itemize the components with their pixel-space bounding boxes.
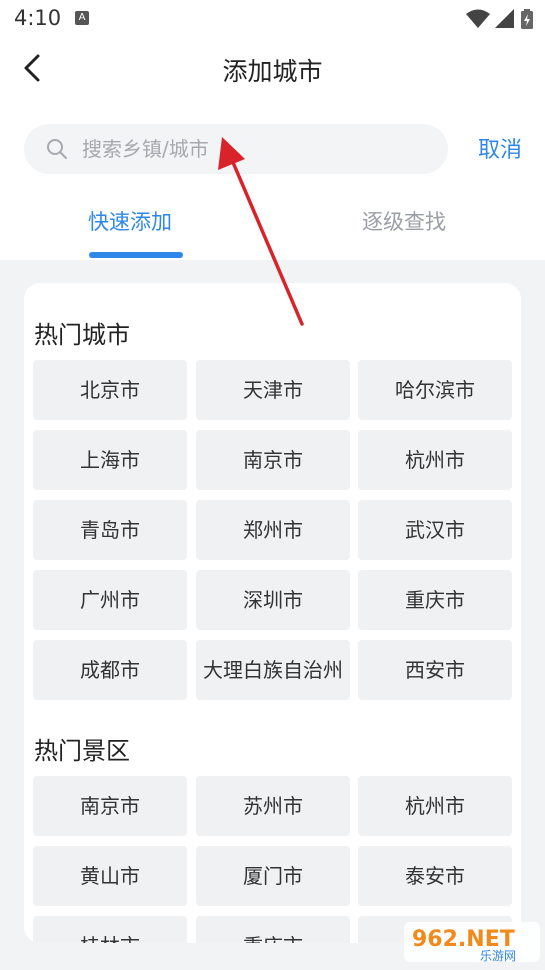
search-input[interactable]	[82, 124, 432, 174]
status-bar: 4:10 A	[0, 0, 545, 38]
section-title-hot-cities: 热门城市	[34, 321, 130, 349]
city-chip[interactable]: 重庆市	[196, 916, 350, 943]
cancel-button[interactable]: 取消	[478, 132, 522, 164]
watermark-logo: 962.NET 乐游网	[402, 918, 542, 966]
active-tab-indicator	[89, 252, 183, 258]
city-chip[interactable]: 杭州市	[358, 430, 512, 490]
page-title: 添加城市	[222, 57, 323, 86]
notification-icon: A	[75, 11, 89, 25]
city-chip[interactable]: 重庆市	[358, 570, 512, 630]
city-chip[interactable]: 厦门市	[196, 846, 350, 906]
wifi-icon	[466, 9, 490, 28]
battery-icon	[521, 9, 533, 29]
tab-level-search[interactable]: 逐级查找	[362, 206, 446, 236]
city-chip[interactable]: 成都市	[33, 640, 187, 700]
city-chip[interactable]: 南京市	[196, 430, 350, 490]
city-chip[interactable]: 青岛市	[33, 500, 187, 560]
city-chip[interactable]: 郑州市	[196, 500, 350, 560]
status-time: 4:10	[14, 6, 62, 30]
search-icon	[47, 139, 67, 159]
city-chip[interactable]: 南京市	[33, 776, 187, 836]
search-box[interactable]	[24, 124, 448, 174]
city-chip[interactable]: 桂林市	[33, 916, 187, 943]
city-chip[interactable]: 苏州市	[196, 776, 350, 836]
city-chip[interactable]: 泰安市	[358, 846, 512, 906]
city-chip[interactable]: 哈尔滨市	[358, 360, 512, 420]
city-chip[interactable]: 武汉市	[358, 500, 512, 560]
city-chip[interactable]: 广州市	[33, 570, 187, 630]
signal-icon	[495, 9, 514, 28]
city-card: 热门城市 北京市 天津市 哈尔滨市 上海市 南京市 杭州市 青岛市 郑州市 武汉市 广州市 深圳市重…	[24, 283, 521, 943]
city-chip[interactable]: 杭州市	[358, 776, 512, 836]
city-chip[interactable]: 天津市	[196, 360, 350, 420]
city-chip[interactable]: 深圳市	[196, 570, 350, 630]
city-chip[interactable]: 黄山市	[33, 846, 187, 906]
section-title-hot-scenic: 热门景区	[34, 737, 130, 765]
city-chip[interactable]: 西安市	[358, 640, 512, 700]
watermark-subtext: 乐游网	[480, 949, 516, 963]
city-chip[interactable]: 大理白族自治州	[196, 640, 350, 700]
city-chip[interactable]: 上海市	[33, 430, 187, 490]
city-chip[interactable]: 北京市	[33, 360, 187, 420]
tab-quick-add[interactable]: 快速添加	[88, 206, 172, 236]
app-header: 添加城市	[0, 38, 545, 100]
